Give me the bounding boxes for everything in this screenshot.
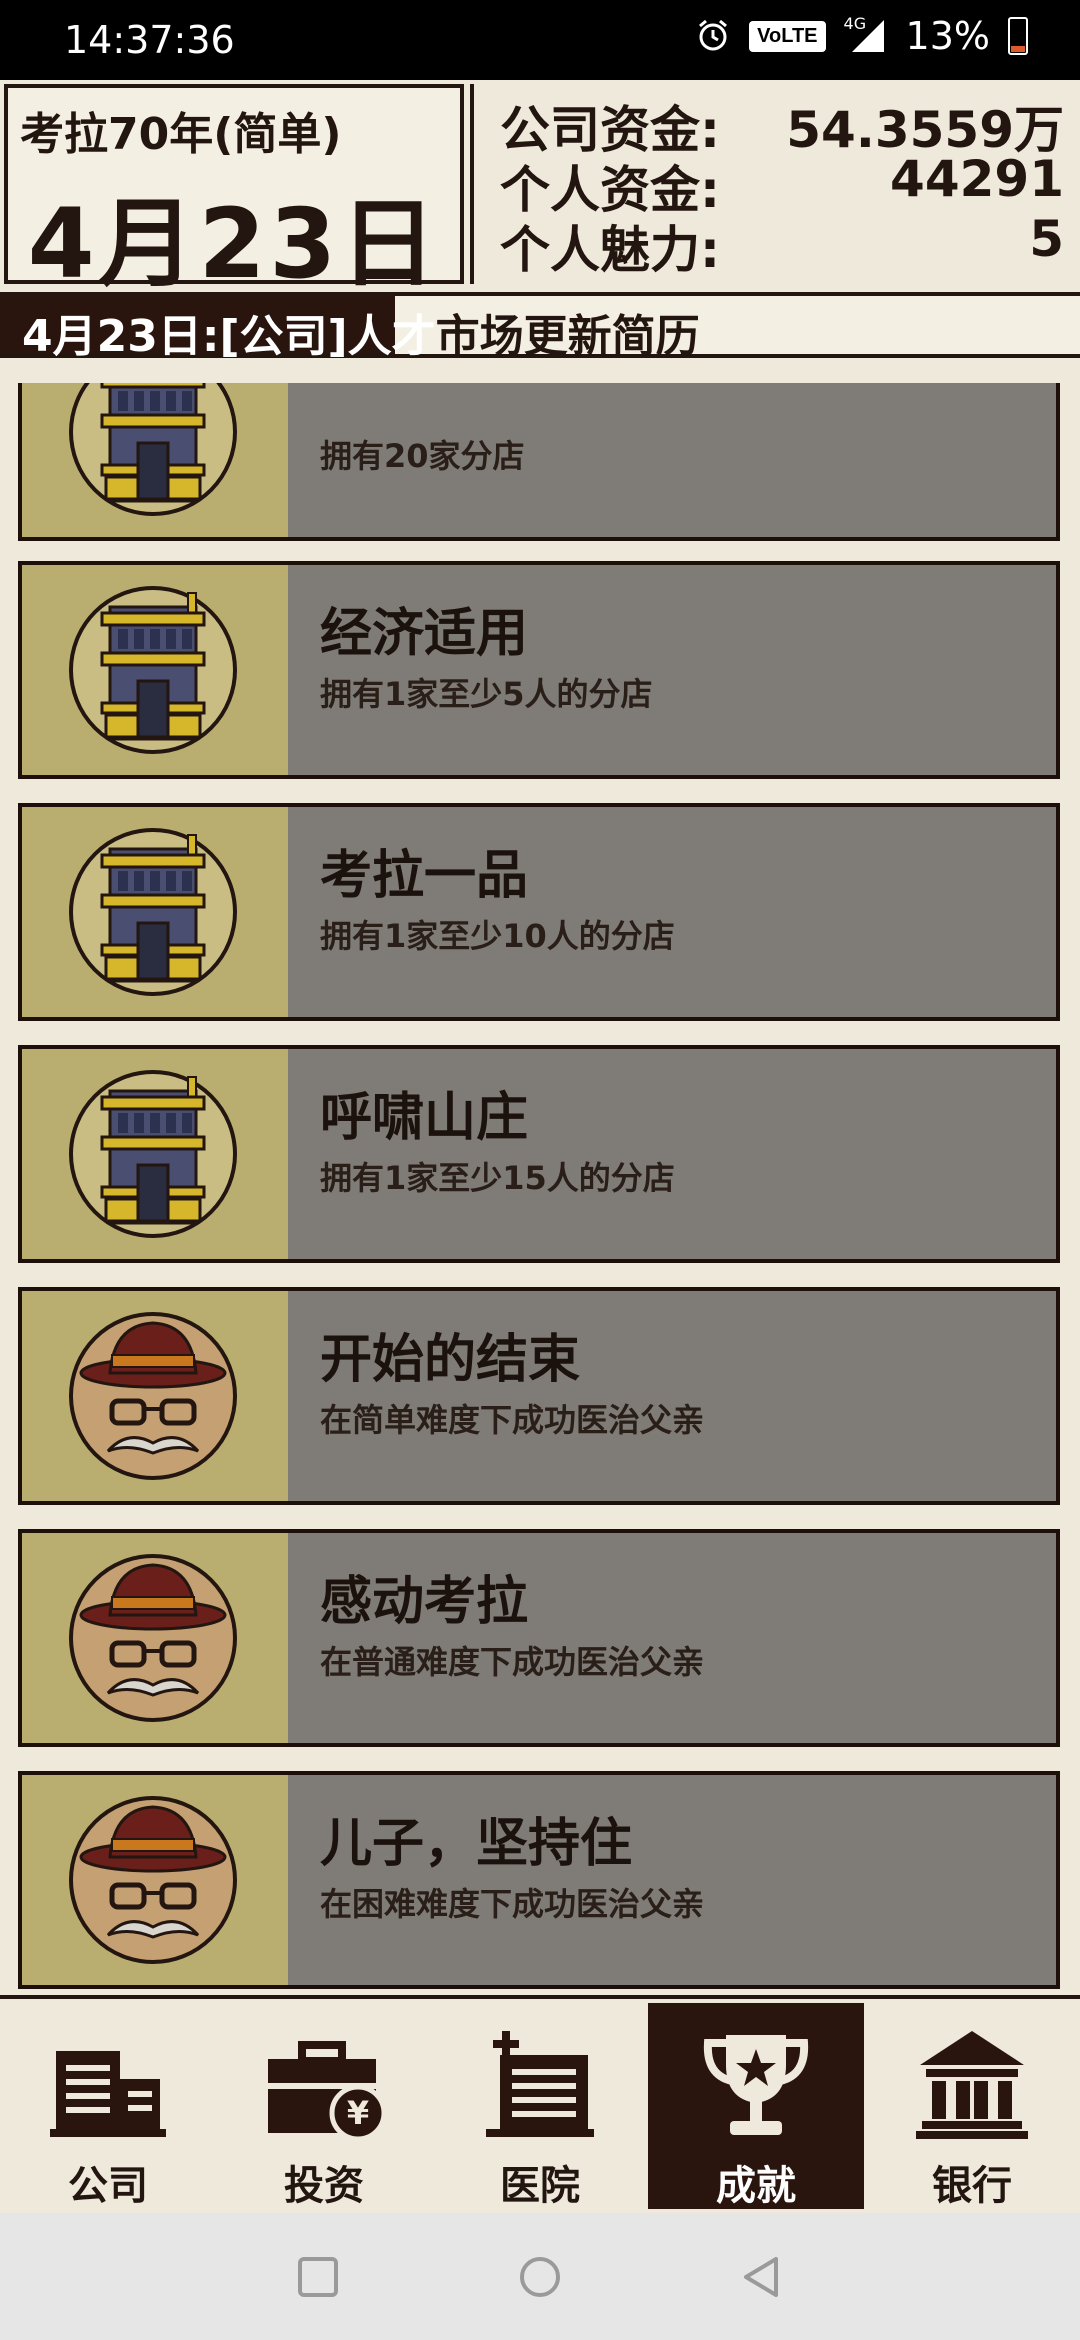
achievement-card[interactable]: 开始的结束在简单难度下成功医治父亲	[18, 1287, 1060, 1505]
achievement-card[interactable]: 呼啸山庄拥有1家至少15人的分店	[18, 1045, 1060, 1263]
signal-icon: 4G	[844, 14, 888, 54]
company-icon	[50, 2051, 166, 2137]
battery-icon	[1008, 17, 1028, 55]
date-panel: 考拉70年(简单) 4月23日	[4, 84, 464, 300]
nav-bank[interactable]: 银行	[864, 2003, 1080, 2209]
alarm-icon	[699, 19, 728, 51]
ticker-text-light-part: 市场更新简历	[435, 311, 700, 362]
company-funds-row: 公司资金: 54.3559万	[500, 90, 1064, 159]
achievement-description: 在困难难度下成功医治父亲	[320, 1885, 705, 1923]
home-icon[interactable]	[516, 2253, 564, 2301]
personal-funds-value: 44291	[890, 150, 1064, 208]
achievement-card[interactable]: 经济适用拥有1家至少5人的分店	[18, 561, 1060, 779]
building-icon	[68, 383, 238, 517]
achievement-card[interactable]: 考拉一品拥有1家至少10人的分店	[18, 803, 1060, 1021]
personal-funds-row: 个人资金: 44291	[500, 150, 1064, 219]
recent-apps-icon[interactable]	[294, 2253, 342, 2301]
battery-percent: 13%	[905, 14, 990, 58]
father-face-icon	[68, 1795, 238, 1965]
nav-label-bank: 银行	[932, 2163, 1012, 2209]
achievement-title: 考拉一品	[320, 846, 529, 906]
achievement-icon-panel	[22, 383, 288, 537]
building-icon	[68, 585, 238, 755]
status-time: 14:37:36	[64, 18, 235, 62]
back-icon[interactable]	[738, 2253, 786, 2301]
current-date: 4月23日	[27, 188, 441, 300]
nav-label-company: 公司	[68, 2163, 148, 2209]
bank-icon	[916, 2031, 1028, 2139]
nav-achievements[interactable]: 成就	[648, 2003, 864, 2209]
achievement-icon-panel	[22, 1775, 288, 1985]
achievement-description: 拥有1家至少15人的分店	[320, 1159, 675, 1197]
ticker-text: 4月23日:[公司]人才市场更新简历	[22, 300, 700, 364]
volte-badge: VoLTE	[749, 20, 826, 52]
trophy-icon	[703, 2035, 809, 2135]
investment-icon: ¥	[268, 2041, 384, 2142]
charm-value: 5	[1029, 210, 1064, 268]
father-face-icon	[68, 1311, 238, 1481]
achievement-card[interactable]: 拥有20家分店	[18, 383, 1060, 541]
achievement-card[interactable]: 儿子，坚持住在困难难度下成功医治父亲	[18, 1771, 1060, 1989]
svg-text:¥: ¥	[347, 2094, 369, 2132]
achievement-icon-panel	[22, 807, 288, 1017]
nav-label-investment: 投资	[284, 2163, 364, 2209]
achievement-title: 儿子，坚持住	[320, 1814, 633, 1874]
news-ticker: 4月23日:[公司]人才市场更新简历	[0, 292, 1080, 362]
system-nav-bar	[0, 2213, 1080, 2340]
achievement-description: 在普通难度下成功医治父亲	[320, 1643, 705, 1681]
achievement-title: 开始的结束	[320, 1330, 581, 1390]
ticker-text-dark-part: 4月23日:[公司]人才	[22, 311, 436, 362]
charm-label: 个人魅力:	[500, 221, 720, 279]
achievement-description: 拥有1家至少10人的分店	[320, 917, 675, 955]
charm-row: 个人魅力: 5	[500, 210, 1064, 279]
achievement-description: 在简单难度下成功医治父亲	[320, 1401, 705, 1439]
achievement-title: 呼啸山庄	[320, 1088, 529, 1148]
hospital-icon	[486, 2031, 594, 2137]
status-bar: 14:37:36 VoLTE 4G 13%	[0, 0, 1080, 80]
achievement-icon-panel	[22, 1049, 288, 1259]
building-icon	[68, 827, 238, 997]
achievement-description: 拥有1家至少5人的分店	[320, 675, 653, 713]
achievement-list[interactable]: 拥有20家分店经济适用拥有1家至少5人的分店考拉一品拥有1家至少10人的分店呼啸…	[0, 383, 1080, 1998]
achievement-card[interactable]: 感动考拉在普通难度下成功医治父亲	[18, 1529, 1060, 1747]
father-face-icon	[68, 1553, 238, 1723]
achievement-description: 拥有20家分店	[320, 437, 525, 475]
nav-label-achievements: 成就	[716, 2163, 796, 2209]
nav-company[interactable]: 公司	[0, 2003, 216, 2209]
funds-panel: 公司资金: 54.3559万 个人资金: 44291 个人魅力: 5	[470, 84, 1076, 284]
bottom-nav: 公司 ¥ 投资 医院 成就 银行	[0, 1999, 1080, 2213]
status-icons: VoLTE 4G 13%	[695, 14, 1028, 58]
achievement-icon-panel	[22, 565, 288, 775]
nav-hospital[interactable]: 医院	[432, 2003, 648, 2209]
achievement-title: 经济适用	[320, 604, 529, 664]
achievement-icon-panel	[22, 1533, 288, 1743]
game-mode-label: 考拉70年(简单)	[20, 109, 342, 160]
achievement-icon-panel	[22, 1291, 288, 1501]
building-icon	[68, 1069, 238, 1239]
achievement-title: 感动考拉	[320, 1572, 529, 1632]
nav-investment[interactable]: ¥ 投资	[216, 2003, 432, 2209]
game-header: 考拉70年(简单) 4月23日 公司资金: 54.3559万 个人资金: 442…	[0, 80, 1080, 300]
nav-label-hospital: 医院	[500, 2163, 580, 2209]
